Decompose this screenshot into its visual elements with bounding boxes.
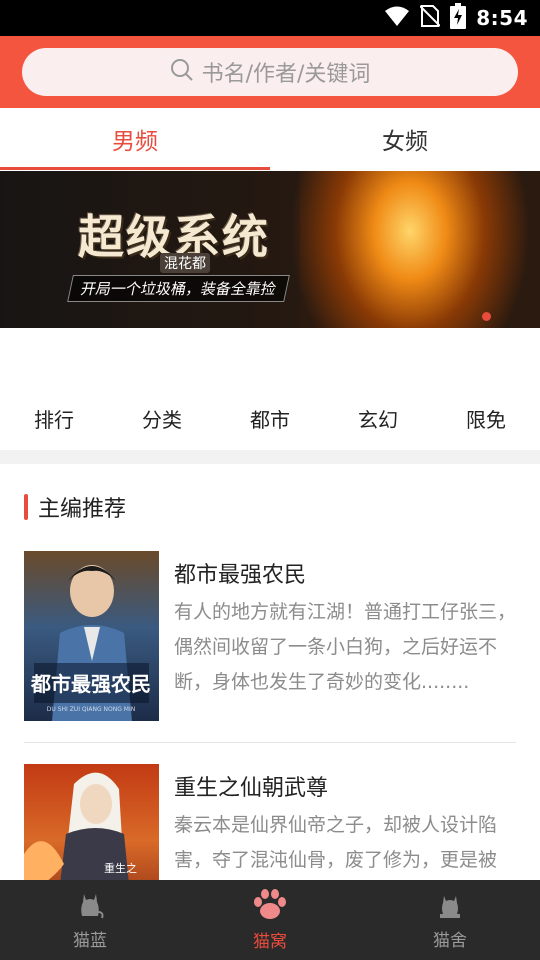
status-time: 8:54 (476, 6, 528, 30)
book-separator (24, 742, 516, 743)
book-title[interactable]: 都市最强农民 (174, 557, 306, 589)
book-title[interactable]: 重生之仙朝武尊 (174, 770, 328, 802)
gender-tabs: 男频 女频 (0, 108, 540, 170)
tab-male[interactable]: 男频 (0, 108, 270, 170)
category-ranking[interactable]: 排行 (0, 404, 108, 433)
search-placeholder: 书名/作者/关键词 (201, 62, 371, 87)
cover-title-text: 都市最强农民 (30, 672, 151, 696)
no-sim-icon (419, 4, 441, 32)
bottom-nav: 猫蓝 猫窝 猫舍 (0, 880, 540, 960)
category-urban[interactable]: 都市 (216, 404, 324, 433)
banner-carousel[interactable]: 超级系统 混花都 开局一个垃圾桶，装备全靠捡 (0, 171, 540, 328)
category-row: 排行 分类 都市 玄幻 限免 (0, 392, 540, 444)
book-cover[interactable]: 都市最强农民 DU SHI ZUI QIANG NONG MIN (24, 551, 159, 721)
battery-charging-icon (450, 3, 467, 33)
nav-label: 猫蓝 (73, 930, 107, 951)
category-classify[interactable]: 分类 (108, 404, 216, 433)
nav-item-maowo[interactable]: 猫窝 (180, 880, 360, 960)
cover-title-text: 重生之 (104, 861, 137, 875)
banner-slogan: 开局一个垃圾桶，装备全靠捡 (67, 275, 290, 302)
cat-house-icon (436, 890, 464, 924)
section-accent-bar (24, 494, 28, 520)
cover-pinyin-text: DU SHI ZUI QIANG NONG MIN (47, 706, 135, 713)
status-icons: 8:54 (384, 0, 528, 36)
banner-subtitle: 混花都 (160, 253, 210, 273)
section-divider (0, 450, 540, 464)
nav-item-maoshe[interactable]: 猫舍 (360, 880, 540, 960)
search-icon (170, 58, 194, 86)
search-header: 书名/作者/关键词 (0, 36, 540, 108)
paw-icon (252, 888, 288, 925)
section-title: 主编推荐 (38, 497, 127, 522)
status-bar: 8:54 (0, 0, 540, 36)
nav-label: 猫窝 (253, 931, 287, 952)
wifi-icon (384, 5, 410, 31)
category-free[interactable]: 限免 (432, 404, 540, 433)
tab-female[interactable]: 女频 (270, 108, 540, 170)
section-header: 主编推荐 (24, 492, 126, 522)
carousel-indicator-dot (482, 312, 491, 321)
nav-item-maolan[interactable]: 猫蓝 (0, 880, 180, 960)
category-fantasy[interactable]: 玄幻 (324, 404, 432, 433)
search-input[interactable]: 书名/作者/关键词 (22, 48, 518, 96)
book-description: 有人的地方就有江湖！普通打工仔张三，偶然间收留了一条小白狗，之后好运不断，身体也… (174, 601, 516, 693)
nav-label: 猫舍 (433, 930, 467, 951)
cat-icon (76, 890, 104, 924)
